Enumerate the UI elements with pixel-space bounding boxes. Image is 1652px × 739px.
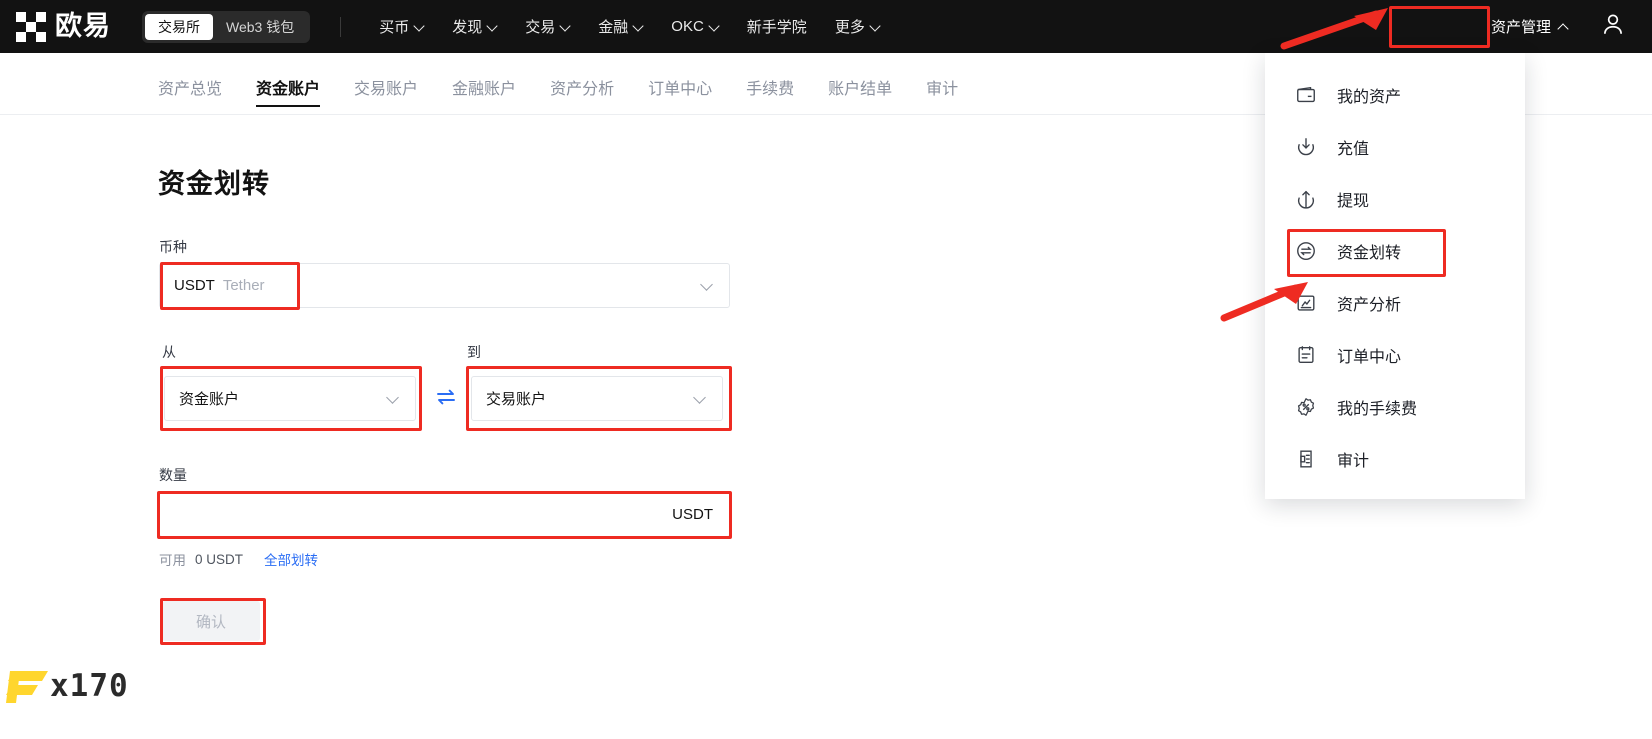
audit-icon [1295,448,1317,470]
chevron-up-icon [1559,22,1568,31]
chevron-down-icon [388,393,399,404]
person-icon[interactable] [1600,11,1626,42]
nav-label: OKC [671,18,704,35]
menu-item-withdraw[interactable]: 提现 [1265,173,1525,225]
amount-input[interactable] [160,493,729,536]
currency-label: 币种 [159,239,187,255]
segment-web3-wallet[interactable]: Web3 钱包 [213,14,307,40]
tab-order-center[interactable]: 订单中心 [648,53,712,115]
app-root: 欧易 交易所 Web3 钱包 买币 发现 交易 金融 OKC 新手学院 更多 资… [0,0,1652,739]
tab-asset-analysis[interactable]: 资产分析 [550,53,614,115]
nav-item-more[interactable]: 更多 [821,16,894,37]
menu-item-deposit[interactable]: 充值 [1265,121,1525,173]
chevron-down-icon [561,22,570,31]
menu-item-audit[interactable]: 审计 [1265,433,1525,485]
top-navigation-bar: 欧易 交易所 Web3 钱包 买币 发现 交易 金融 OKC 新手学院 更多 资… [0,0,1652,53]
nav-item-finance[interactable]: 金融 [584,16,657,37]
nav-item-discover[interactable]: 发现 [438,16,511,37]
brand-name: 欧易 [55,11,111,42]
chevron-down-icon [634,22,643,31]
menu-item-label: 充值 [1337,141,1370,158]
tab-financial-account[interactable]: 金融账户 [452,53,516,115]
wallet-icon [1295,84,1317,106]
nav-label: 买币 [379,19,410,36]
tab-funding-account[interactable]: 资金账户 [256,53,321,115]
menu-item-asset-analysis[interactable]: 资产分析 [1265,277,1525,329]
watermark-text: x170 [50,668,129,704]
chevron-down-icon [695,393,706,404]
asset-management-label: 资产管理 [1490,19,1551,36]
okx-logo-icon [16,11,46,42]
amount-input-wrapper[interactable]: USDT [159,492,730,537]
segment-exchange[interactable]: 交易所 [145,13,213,40]
nav-label: 更多 [834,19,865,36]
analysis-icon [1295,292,1317,314]
tab-asset-overview[interactable]: 资产总览 [158,53,222,115]
swap-arrows-icon[interactable] [434,385,458,409]
chevron-down-icon [702,280,713,291]
nav-item-academy[interactable]: 新手学院 [733,16,821,37]
transfer-icon [1295,240,1317,262]
tab-audit[interactable]: 审计 [926,53,958,115]
product-switcher: 交易所 Web3 钱包 [142,10,311,43]
to-account-value: 交易账户 [486,391,547,408]
nav-item-trade[interactable]: 交易 [511,16,584,37]
menu-item-order-center[interactable]: 订单中心 [1265,329,1525,381]
menu-item-label: 审计 [1337,453,1370,470]
main-nav: 买币 发现 交易 金融 OKC 新手学院 更多 [365,16,894,37]
top-right-actions: 资产管理 [1481,0,1652,53]
withdraw-icon [1295,188,1317,210]
brand-logo[interactable]: 欧易 [16,11,111,42]
to-account-select[interactable]: 交易账户 [471,376,723,421]
chevron-down-icon [415,22,424,31]
nav-label: 发现 [452,19,483,36]
fee-badge-icon [1295,396,1317,418]
to-label: 到 [467,344,481,360]
menu-item-label: 我的手续费 [1337,401,1418,418]
available-label: 可用 [159,553,186,568]
nav-label: 交易 [525,19,556,36]
from-label: 从 [162,344,176,360]
menu-item-my-fees[interactable]: 我的手续费 [1265,381,1525,433]
menu-item-label: 资金划转 [1337,245,1402,262]
available-balance-row: 可用 0 USDT 全部划转 [159,549,318,569]
menu-item-label: 资产分析 [1337,297,1402,314]
nav-item-buy-crypto[interactable]: 买币 [365,16,438,37]
menu-item-transfer[interactable]: 资金划转 [1265,225,1525,277]
watermark: x170 [4,665,129,707]
tab-account-statement[interactable]: 账户结单 [828,53,892,115]
nav-label: 金融 [598,19,629,36]
transfer-all-link[interactable]: 全部划转 [264,549,318,569]
menu-item-label: 提现 [1337,193,1370,210]
currency-select[interactable]: USDT Tether [159,263,730,308]
tab-fees[interactable]: 手续费 [746,53,794,115]
nav-item-okc[interactable]: OKC [657,18,733,35]
menu-item-label: 我的资产 [1337,89,1402,106]
from-account-select[interactable]: 资金账户 [164,376,416,421]
confirm-button[interactable]: 确认 [162,601,260,641]
nav-divider [340,16,342,37]
chevron-down-icon [488,22,497,31]
amount-suffix: USDT [672,506,713,523]
menu-item-my-assets[interactable]: 我的资产 [1265,69,1525,121]
chevron-down-icon [710,22,719,31]
f-mark-icon [6,671,48,703]
menu-item-label: 订单中心 [1337,349,1402,366]
asset-management-button[interactable]: 资产管理 [1481,10,1578,43]
asset-management-dropdown: 我的资产 充值 提现 资金划转 资产分析 订单中心 我的手续费 审计 [1265,53,1525,499]
amount-label: 数量 [159,467,187,483]
page-title: 资金划转 [158,169,270,199]
available-amount: 0 USDT [195,551,244,567]
currency-value: USDT [174,277,215,294]
deposit-icon [1295,136,1317,158]
tab-trading-account[interactable]: 交易账户 [354,53,418,115]
currency-value-sub: Tether [222,277,265,294]
from-account-value: 资金账户 [179,391,240,408]
nav-label: 新手学院 [746,19,807,36]
order-center-icon [1295,344,1317,366]
chevron-down-icon [871,22,880,31]
